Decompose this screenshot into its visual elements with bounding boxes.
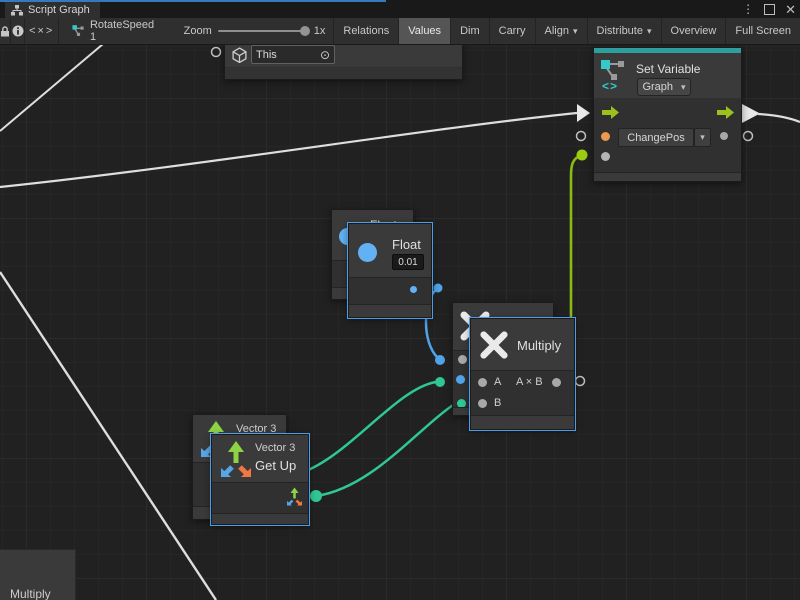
this-object-field[interactable]: This ⊙: [251, 45, 335, 64]
cube-icon: [232, 47, 247, 63]
multiply-port-b-label: B: [494, 397, 501, 409]
float-value: 0.01: [398, 257, 417, 268]
chevron-down-icon: ▾: [700, 132, 705, 143]
float-title: Float: [392, 237, 421, 252]
distribute-dropdown-button[interactable]: Distribute ▾: [587, 18, 661, 44]
tab-bar: Script Graph ⋮ ✕: [0, 0, 800, 18]
lock-icon: [0, 26, 10, 37]
variable-kind-value: Graph: [642, 81, 673, 93]
variable-name-value: ChangePos: [627, 132, 685, 144]
multiply-bg-port-blue[interactable]: [456, 375, 465, 384]
variable-name-port[interactable]: [601, 132, 610, 141]
chevron-down-icon: ▾: [573, 26, 578, 37]
multiply-title: Multiply: [517, 338, 561, 353]
relations-button[interactable]: Relations: [333, 18, 398, 44]
multiply-node[interactable]: Multiply A A × B B: [470, 318, 575, 430]
info-icon: [12, 25, 24, 37]
full-screen-button[interactable]: Full Screen: [725, 18, 800, 44]
embed-toggle-label: <×>: [29, 25, 54, 37]
variable-graph-icon: [600, 59, 628, 81]
this-node-header: This ⊙: [225, 42, 462, 67]
this-node-body: [225, 68, 462, 79]
set-variable-title: Set Variable: [636, 62, 700, 76]
float-type-icon: [358, 243, 377, 262]
get-up-title: Get Up: [255, 458, 296, 473]
corner-node-title: Multiply: [10, 587, 51, 600]
info-button[interactable]: [11, 18, 25, 44]
vector3-icon: [217, 438, 253, 480]
dim-button[interactable]: Dim: [450, 18, 489, 44]
chevron-down-icon: ▾: [681, 82, 686, 93]
set-variable-header: <> Set Variable Graph ▾: [594, 53, 741, 98]
graph-ref-label: RotateSpeed 1: [90, 19, 156, 43]
vector3-output-icon: [285, 486, 303, 507]
graph-reference[interactable]: RotateSpeed 1: [72, 18, 155, 44]
variable-name-dropdown[interactable]: ChangePos: [618, 128, 694, 147]
zoom-label: Zoom: [184, 25, 212, 37]
zoom-control: Zoom 1x: [184, 18, 326, 44]
variable-name-dropdown-button[interactable]: ▾: [694, 128, 711, 147]
control-input-arrow-icon[interactable]: [602, 106, 619, 119]
float-node[interactable]: Float 0.01: [348, 223, 432, 318]
multiply-bg-port-gray[interactable]: [458, 355, 467, 364]
embed-toggle-button[interactable]: <×>: [25, 18, 59, 44]
this-node[interactable]: This ⊙: [224, 41, 463, 80]
float-value-field[interactable]: 0.01: [392, 254, 424, 270]
multiply-result-label: A × B: [516, 376, 543, 388]
graph-ref-icon: [72, 24, 85, 38]
multiply-port-out[interactable]: [552, 378, 561, 387]
carry-button[interactable]: Carry: [489, 18, 535, 44]
control-output-arrow-icon[interactable]: [717, 106, 734, 119]
variable-out-port[interactable]: [720, 132, 728, 140]
get-up-subtitle: Vector 3: [255, 442, 295, 454]
multiply-port-a[interactable]: [478, 378, 487, 387]
set-variable-footer: [594, 172, 741, 181]
window-maximize-icon[interactable]: [764, 4, 775, 15]
unity-script-graph-window: This ⊙ <> Set Variable Graph ▾: [0, 0, 800, 600]
angle-brackets-icon: <>: [602, 79, 618, 93]
overview-button[interactable]: Overview: [661, 18, 726, 44]
variable-kind-dropdown[interactable]: Graph ▾: [637, 78, 691, 96]
lock-button[interactable]: [0, 18, 11, 44]
variable-value-port[interactable]: [601, 152, 610, 161]
zoom-slider-handle[interactable]: [300, 26, 310, 36]
zoom-value: 1x: [314, 25, 326, 37]
set-variable-node[interactable]: <> Set Variable Graph ▾ ChangePos ▾: [593, 47, 742, 182]
align-dropdown-button[interactable]: Align ▾: [535, 18, 587, 44]
graph-toolbar: <×> RotateSpeed 1 Zoom 1x Relations Valu…: [0, 18, 800, 45]
multiply-x-icon: [479, 330, 509, 360]
get-up-node[interactable]: Vector 3 Get Up: [211, 434, 309, 525]
zoom-slider[interactable]: [218, 30, 308, 32]
object-picker-icon[interactable]: ⊙: [320, 48, 330, 62]
tab-title: Script Graph: [28, 4, 90, 16]
window-menu-icon[interactable]: ⋮: [742, 2, 754, 16]
multiply-node-corner[interactable]: Multiply: [0, 549, 76, 600]
values-button[interactable]: Values: [398, 18, 450, 44]
multiply-port-a-label: A: [494, 376, 501, 388]
tab-script-graph[interactable]: Script Graph: [5, 2, 100, 18]
float-output-port[interactable]: [410, 286, 417, 293]
this-field-value: This: [256, 49, 277, 61]
graph-hierarchy-icon: [11, 5, 23, 16]
multiply-port-b[interactable]: [478, 399, 487, 408]
chevron-down-icon: ▾: [647, 26, 652, 37]
window-close-icon[interactable]: ✕: [785, 5, 796, 14]
